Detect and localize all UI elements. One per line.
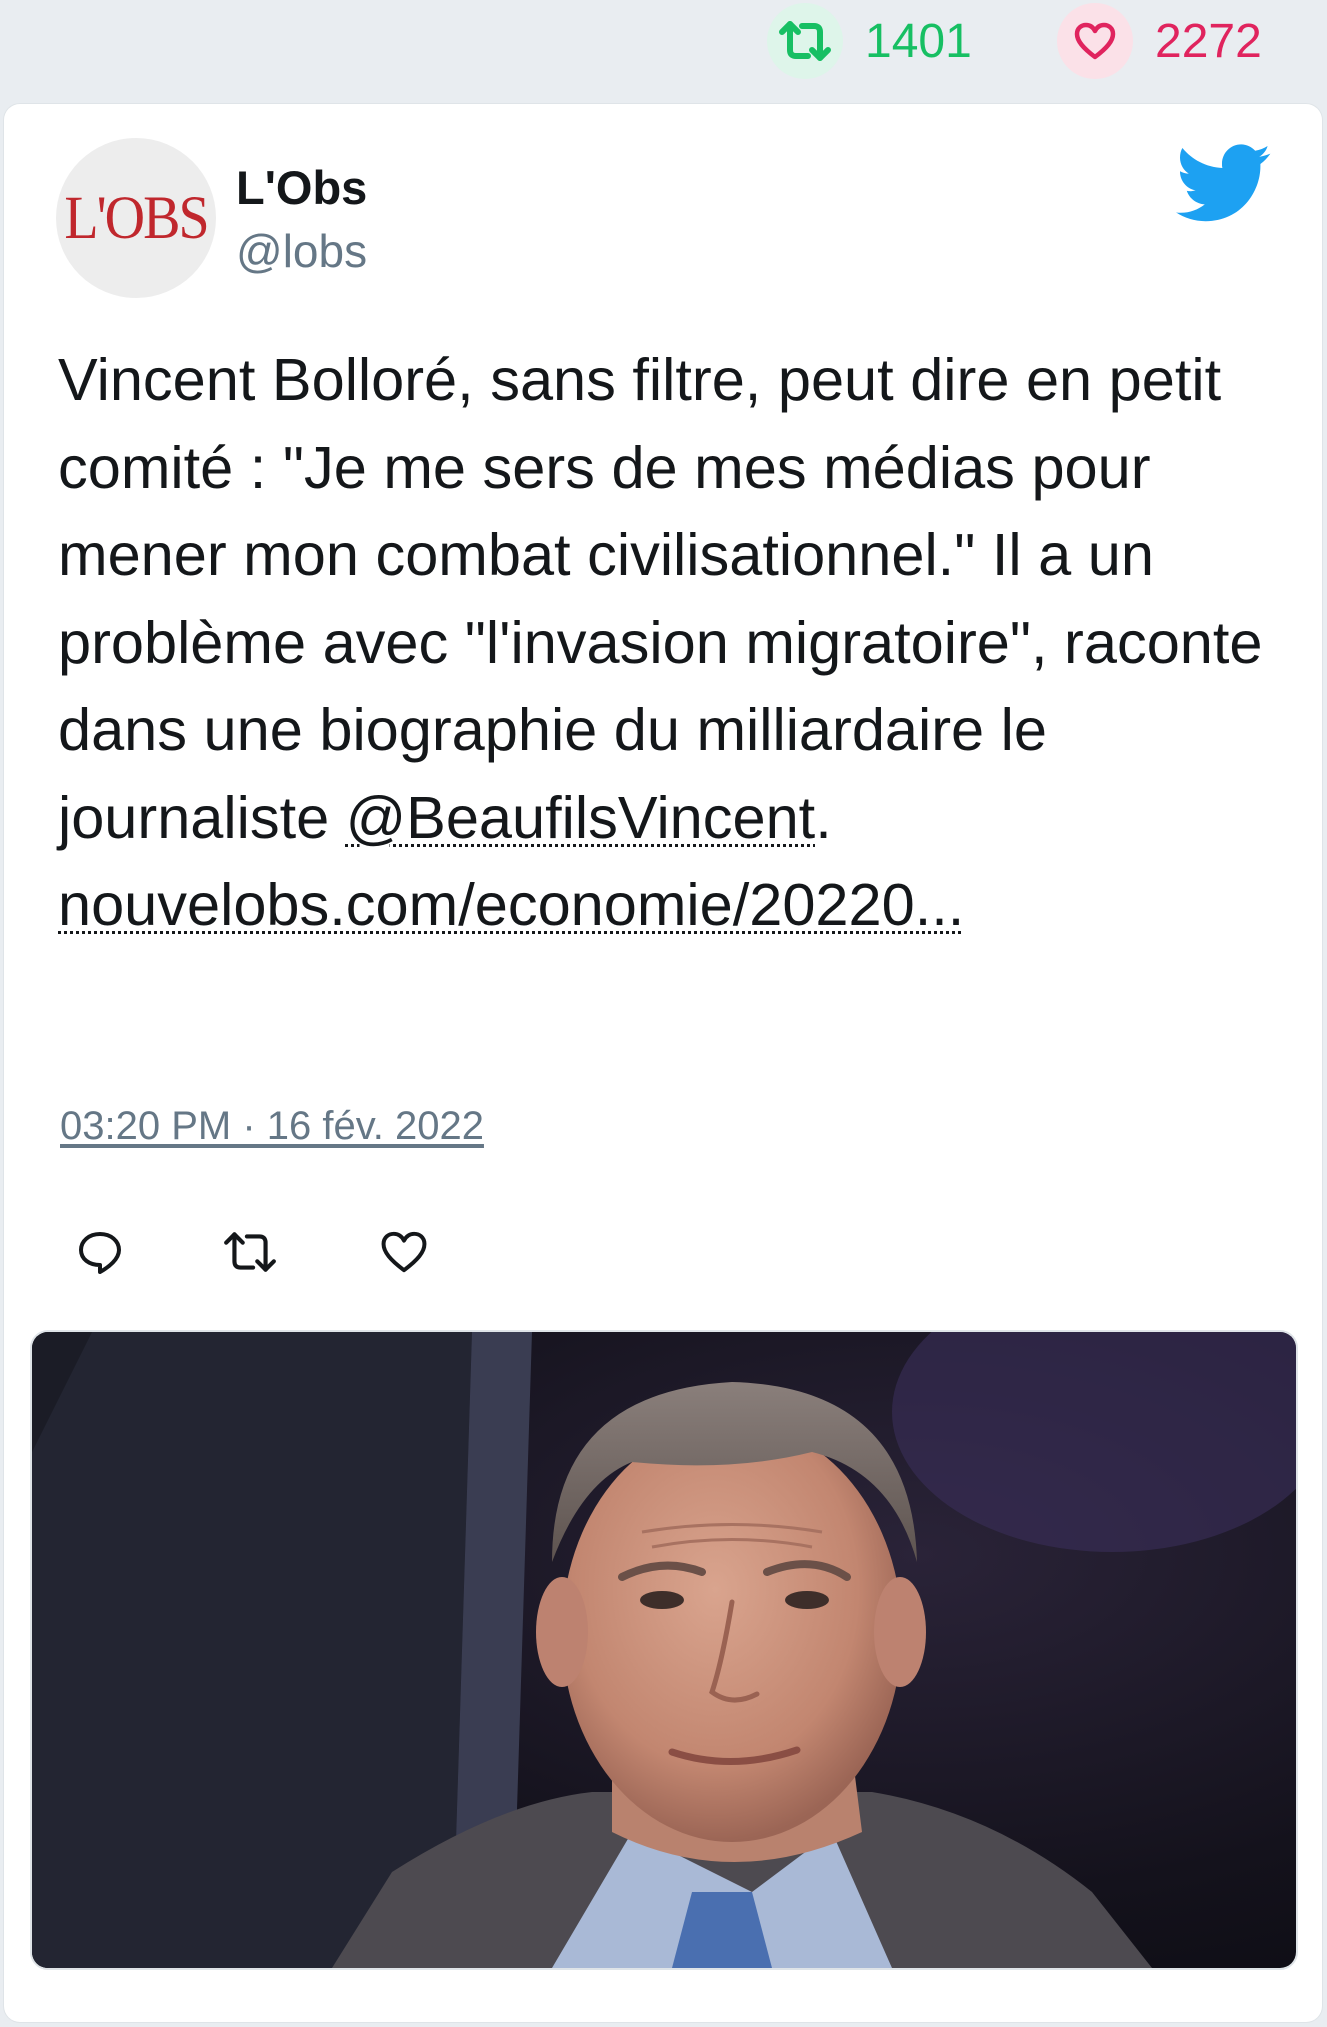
portrait-photo bbox=[32, 1332, 1296, 1968]
retweet-count: 1401 bbox=[865, 14, 972, 68]
retweet-icon bbox=[767, 3, 843, 79]
author-name[interactable]: L'Obs bbox=[236, 160, 367, 215]
tweet-stats-bar: 1401 2272 bbox=[0, 0, 1327, 100]
author-handle[interactable]: @lobs bbox=[236, 224, 367, 278]
heart-icon bbox=[1057, 3, 1133, 79]
tweet-text-body: Vincent Bolloré, sans filtre, peut dire … bbox=[58, 346, 1263, 851]
twitter-bird-icon[interactable] bbox=[1176, 144, 1272, 224]
avatar-logo-text: L'OBS bbox=[64, 183, 209, 253]
article-link[interactable]: nouvelobs.com/economie/20220... bbox=[58, 871, 964, 938]
reply-icon[interactable] bbox=[72, 1224, 128, 1280]
like-count: 2272 bbox=[1155, 14, 1262, 68]
tweet-text-end: . bbox=[815, 783, 832, 851]
like-stat[interactable]: 2272 bbox=[1057, 3, 1262, 79]
avatar[interactable]: L'OBS bbox=[56, 138, 216, 298]
tweet-card: L'OBS L'Obs @lobs Vincent Bolloré, sans … bbox=[4, 104, 1322, 2022]
tweet-text: Vincent Bolloré, sans filtre, peut dire … bbox=[58, 336, 1298, 949]
like-action-icon[interactable] bbox=[376, 1224, 432, 1280]
tweet-timestamp[interactable]: 03:20 PM · 16 fév. 2022 bbox=[60, 1104, 484, 1149]
mention-link[interactable]: @BeaufilsVincent bbox=[346, 784, 815, 851]
tweet-media-photo[interactable] bbox=[30, 1330, 1298, 1970]
retweet-stat[interactable]: 1401 bbox=[767, 3, 972, 79]
retweet-action-icon[interactable] bbox=[222, 1224, 278, 1280]
